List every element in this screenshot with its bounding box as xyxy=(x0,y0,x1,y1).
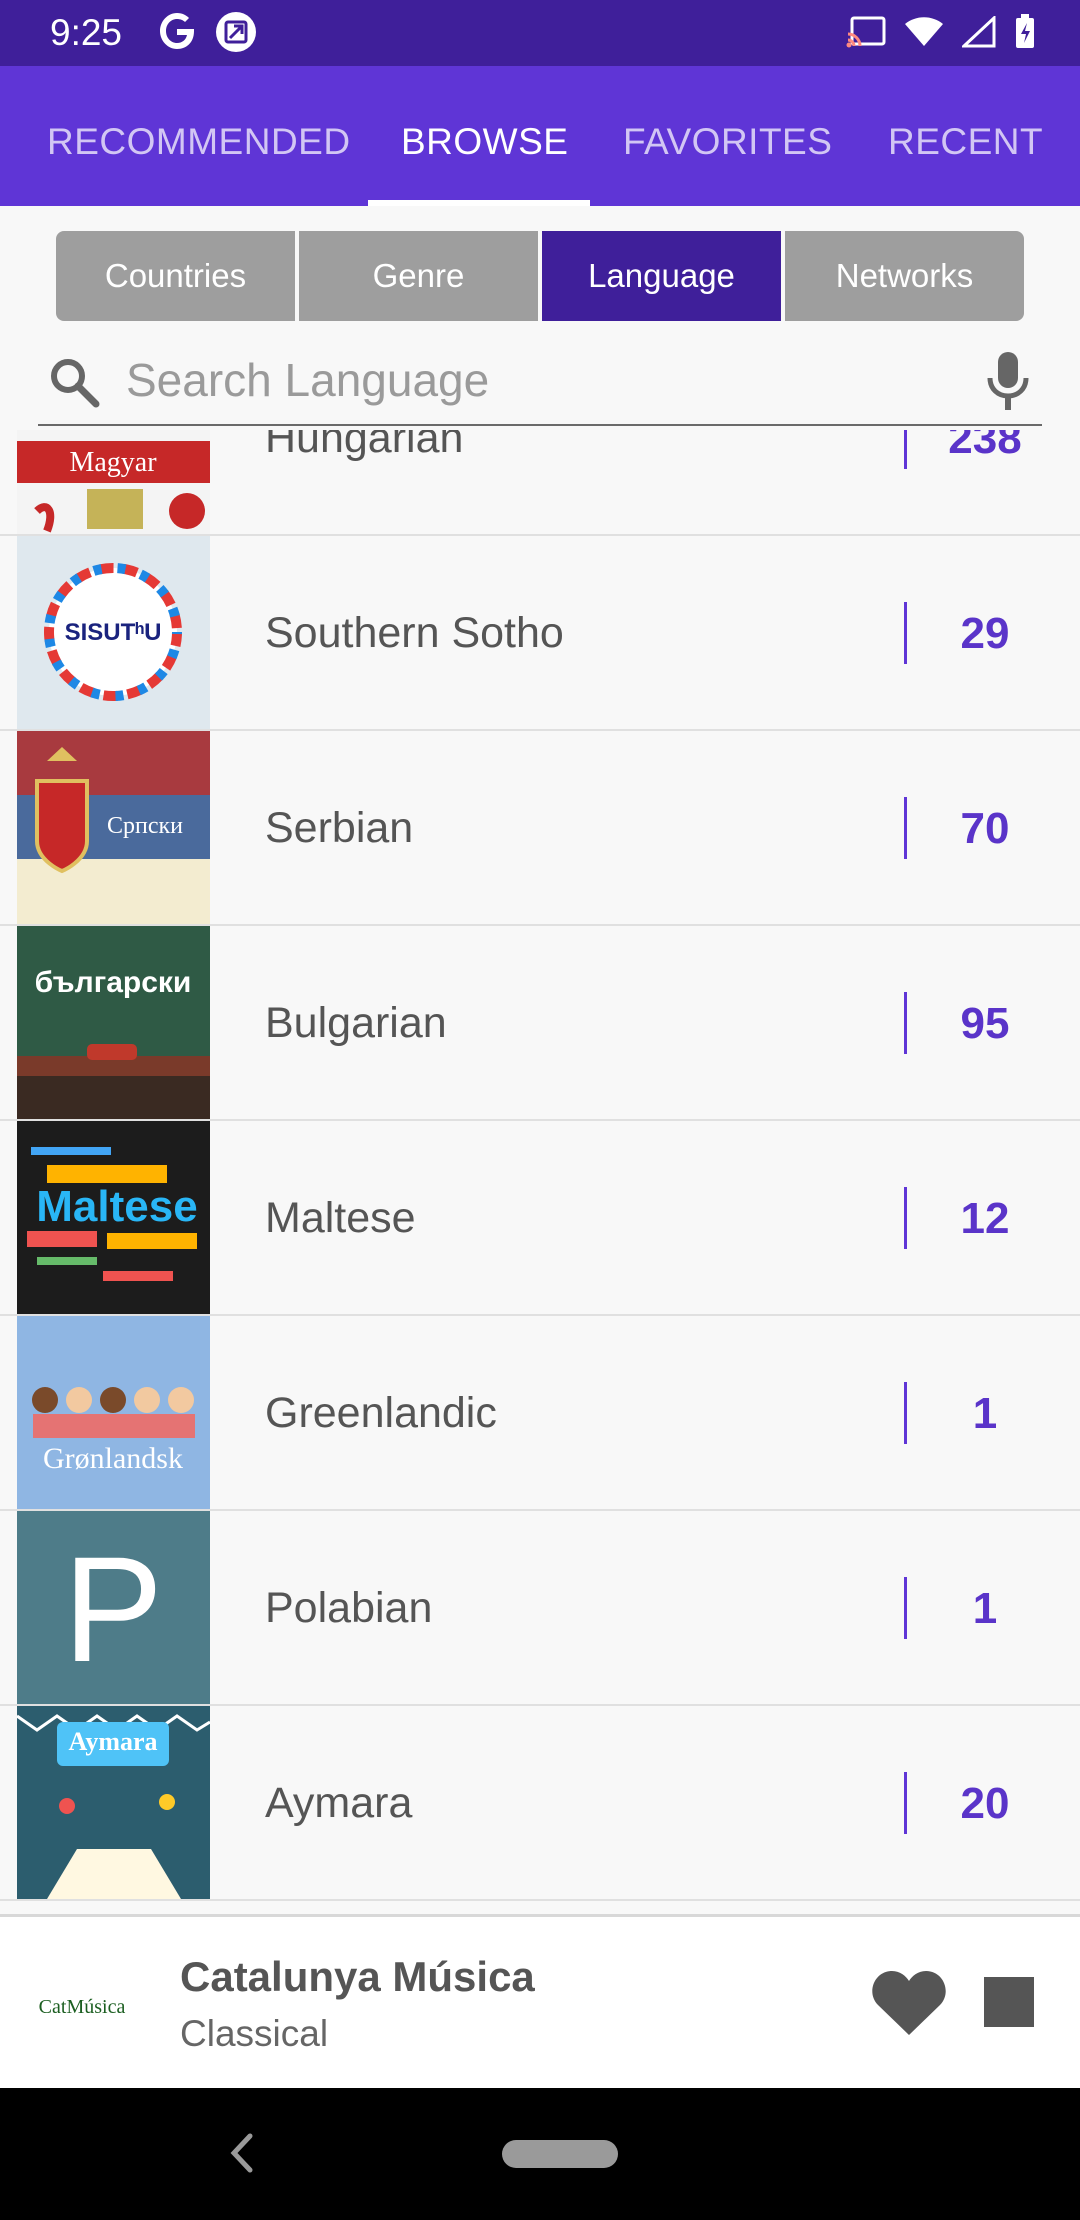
favorite-heart-icon[interactable] xyxy=(870,1967,948,2039)
segment-countries[interactable]: Countries xyxy=(56,231,295,321)
station-genre: Classical xyxy=(180,2013,329,2054)
station-count: 20 xyxy=(960,1779,1010,1828)
language-thumbnail: Српски xyxy=(17,731,210,924)
list-item[interactable]: Grønlandsk Greenlandic 1 xyxy=(0,1316,1080,1511)
thumb-text: Српски xyxy=(107,813,183,839)
station-logo: CatMúsica xyxy=(39,1996,126,2018)
language-thumbnail: Magyar xyxy=(17,430,210,534)
list-item[interactable]: Magyar Hungarian 238 xyxy=(0,430,1080,536)
station-count: 238 xyxy=(948,430,1022,463)
language-name: Maltese xyxy=(265,1194,416,1242)
row-divider xyxy=(904,1382,907,1444)
row-divider xyxy=(904,992,907,1054)
screenshot-app-icon xyxy=(216,12,256,52)
language-thumbnail: SISUTʰU xyxy=(17,536,210,729)
language-name: Hungarian xyxy=(265,430,464,462)
station-count: 95 xyxy=(960,999,1010,1048)
language-name: Bulgarian xyxy=(265,999,447,1047)
list-item[interactable]: Српски Serbian 70 xyxy=(0,731,1080,926)
row-divider xyxy=(904,1577,907,1639)
segment-genre[interactable]: Genre xyxy=(299,231,538,321)
thumb-text: Maltese xyxy=(36,1182,197,1231)
tab-browse[interactable]: BROWSE xyxy=(401,66,568,206)
browse-segmented-control: Countries Genre Language Networks xyxy=(56,231,1024,321)
tab-recent[interactable]: RECENT xyxy=(888,66,1043,206)
tab-favorites[interactable]: FAVORITES xyxy=(623,66,832,206)
tab-recommended[interactable]: RECOMMENDED xyxy=(47,66,351,206)
cast-icon xyxy=(846,16,886,48)
thumb-text: Magyar xyxy=(69,447,157,478)
row-divider xyxy=(904,1772,907,1834)
language-thumbnail: български xyxy=(17,926,210,1119)
station-count: 1 xyxy=(972,1389,998,1438)
language-thumbnail: Aymara xyxy=(17,1706,210,1899)
search-bar xyxy=(38,342,1042,426)
thumb-text: P xyxy=(63,1525,163,1693)
list-item[interactable]: P Polabian 1 xyxy=(0,1511,1080,1706)
language-list[interactable]: Magyar Hungarian 238 SISUTʰU Southern So… xyxy=(0,430,1080,1914)
row-divider xyxy=(904,602,907,664)
logo-text: CatMúsica xyxy=(39,1996,126,2018)
search-input[interactable] xyxy=(126,346,966,414)
language-name: Aymara xyxy=(265,1779,413,1827)
station-count: 29 xyxy=(960,609,1010,658)
home-pill[interactable] xyxy=(502,2140,618,2168)
station-count: 70 xyxy=(960,804,1010,853)
station-count: 1 xyxy=(972,1584,998,1633)
google-icon xyxy=(160,13,194,49)
mini-player[interactable]: CatMúsica Catalunya Música Classical xyxy=(0,1914,1080,2088)
language-thumbnail: P xyxy=(17,1511,210,1704)
row-divider xyxy=(904,797,907,859)
stop-button[interactable] xyxy=(984,1977,1034,2027)
list-item[interactable]: Aymara Aymara 20 xyxy=(0,1706,1080,1901)
back-icon[interactable] xyxy=(222,2128,262,2178)
tab-indicator xyxy=(368,200,590,206)
signal-icon xyxy=(962,16,996,48)
segment-networks[interactable]: Networks xyxy=(785,231,1024,321)
station-title: Catalunya Música xyxy=(180,1953,535,2000)
thumb-text: Grønlandsk xyxy=(43,1442,183,1475)
status-bar: 9:25 xyxy=(0,0,1080,66)
station-count: 12 xyxy=(960,1194,1010,1243)
language-name: Greenlandic xyxy=(265,1389,497,1437)
segment-language[interactable]: Language xyxy=(542,231,781,321)
row-divider xyxy=(904,1187,907,1249)
thumb-text: Aymara xyxy=(68,1727,157,1756)
list-item[interactable]: български Bulgarian 95 xyxy=(0,926,1080,1121)
list-item[interactable]: Maltese Maltese 12 xyxy=(0,1121,1080,1316)
search-icon xyxy=(51,359,100,408)
microphone-icon[interactable] xyxy=(982,350,1034,414)
top-tab-bar: RECOMMENDED BROWSE FAVORITES RECENT xyxy=(0,66,1080,206)
status-icons xyxy=(846,14,1036,50)
language-name: Polabian xyxy=(265,1584,433,1632)
thumb-text: български xyxy=(35,966,192,999)
language-name: Serbian xyxy=(265,804,414,852)
language-thumbnail: Grønlandsk xyxy=(17,1316,210,1509)
list-item[interactable]: SISUTʰU Southern Sotho 29 xyxy=(0,536,1080,731)
status-time: 9:25 xyxy=(50,12,123,53)
thumb-text: SISUTʰU xyxy=(65,619,162,646)
row-divider xyxy=(904,430,907,469)
battery-icon xyxy=(1016,14,1034,48)
wifi-icon xyxy=(905,17,943,46)
system-nav-bar xyxy=(0,2088,1080,2220)
language-thumbnail: Maltese xyxy=(17,1121,210,1314)
language-name: Southern Sotho xyxy=(265,609,564,657)
